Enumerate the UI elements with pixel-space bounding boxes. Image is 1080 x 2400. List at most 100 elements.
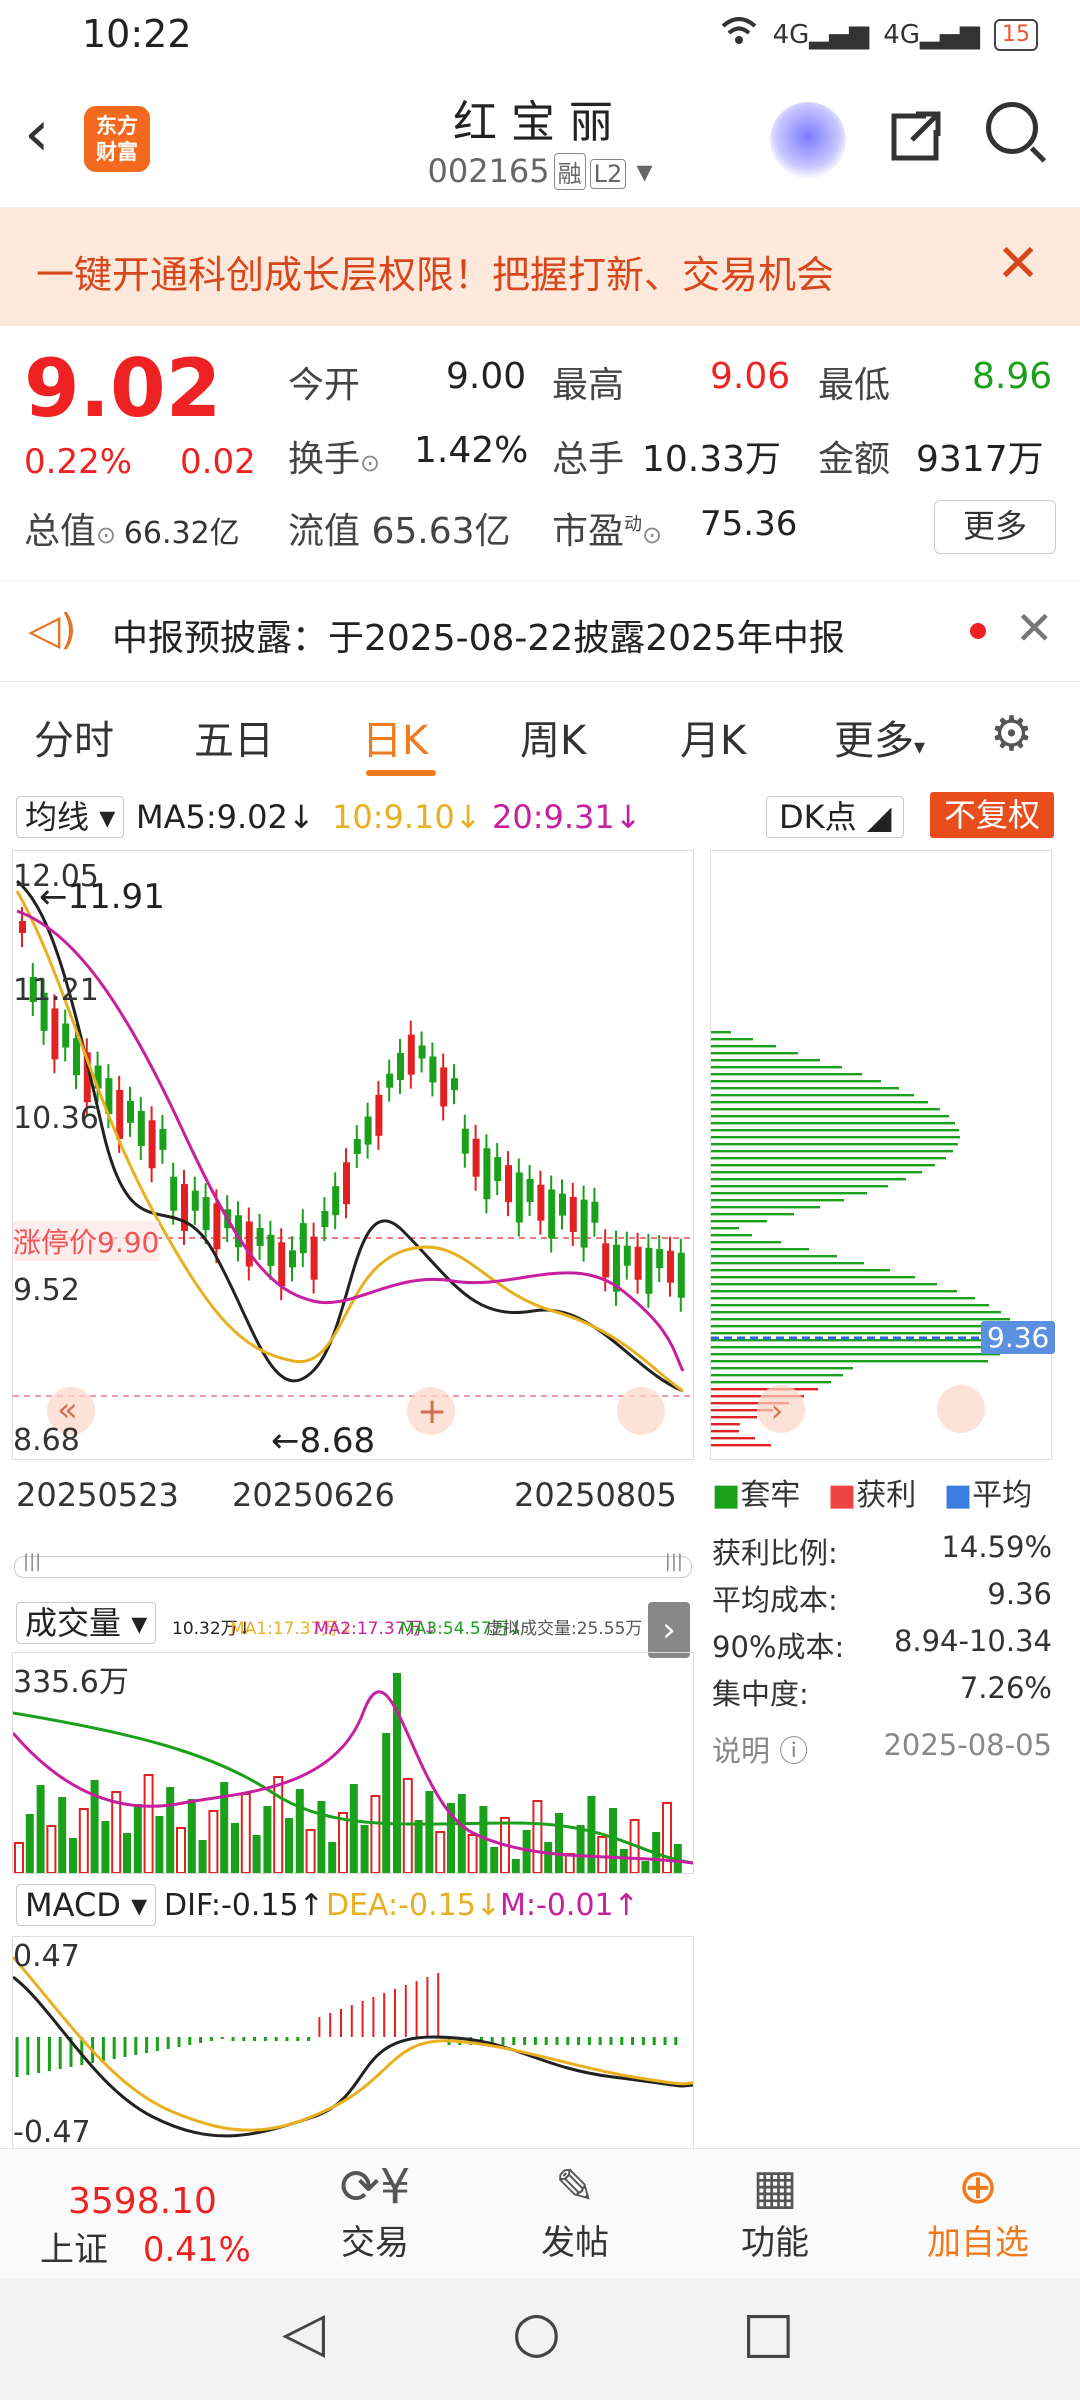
quote-panel: 9.02 0.22% 0.02 今开 9.00 最高 9.06 最低 8.96 …: [0, 330, 1080, 570]
tab-intraday[interactable]: 分时: [34, 708, 114, 766]
volume-bar: [285, 1818, 293, 1873]
candle: [397, 1052, 404, 1080]
chip-bar: [711, 1304, 989, 1307]
candle: [202, 1197, 210, 1231]
ma-select[interactable]: 均线 ▾: [16, 796, 125, 838]
volume-bar: [69, 1838, 77, 1873]
macd-indicator-row: MACD ▾ DIF:-0.15↑ DEA:-0.15↓ M:-0.01↑: [0, 1880, 700, 1930]
y-label-3: 10.36: [13, 1101, 99, 1136]
candle: [73, 1038, 80, 1076]
chip-bar: [711, 1444, 771, 1447]
candle: [537, 1184, 545, 1221]
nav-back-icon[interactable]: ◁: [282, 2300, 325, 2365]
last-price: 9.02: [24, 342, 222, 435]
tab-monthly-k[interactable]: 月K: [680, 708, 746, 766]
expand-arrow-icon[interactable]: ›: [648, 1602, 690, 1658]
trade-button[interactable]: ⟳¥ 交易: [330, 2159, 420, 2264]
candle: [602, 1243, 610, 1278]
kline-chart[interactable]: « + 12.05 11.21 10.36 9.52 8.68 ←11.91 ←…: [12, 850, 694, 1461]
candle: [634, 1246, 642, 1280]
avg-cost-row: 平均成本: 9.36: [712, 1577, 1052, 1617]
chip-bar: [711, 1129, 959, 1132]
candle: [645, 1247, 653, 1294]
function-button[interactable]: ▦ 功能: [730, 2159, 820, 2264]
y-label-4: 9.52: [13, 1273, 80, 1308]
turnover-label: 换手⊙: [288, 439, 381, 480]
volume-bar: [555, 1813, 563, 1873]
scroll-handle-left[interactable]: |||: [23, 1551, 41, 1572]
macd-select[interactable]: MACD ▾: [16, 1884, 157, 1926]
volume-bar: [370, 1795, 381, 1874]
candle: [440, 1067, 448, 1107]
chart-scrollbar[interactable]: ||| |||: [14, 1551, 692, 1578]
svg-text:+: +: [417, 1391, 447, 1432]
nav-home-icon[interactable]: ○: [512, 2300, 561, 2365]
candle: [278, 1242, 286, 1287]
more-button[interactable]: 更多: [934, 500, 1056, 554]
candle: [137, 1110, 145, 1146]
dk-point-select[interactable]: DK点 ◢: [766, 796, 905, 838]
volume-bar: [587, 1796, 596, 1873]
candle: [591, 1201, 599, 1223]
gear-icon[interactable]: ⚙: [990, 706, 1033, 762]
trade-icon: ⟳¥: [339, 2159, 411, 2215]
low-marker: ←8.68: [271, 1421, 376, 1461]
volume-bar: [597, 1836, 608, 1874]
volume-bar: [101, 1821, 110, 1873]
search-icon[interactable]: [986, 102, 1038, 154]
ai-assistant-icon[interactable]: [770, 102, 846, 178]
macd-chart[interactable]: 0.47 -0.47: [12, 1936, 694, 2150]
change-percent: 0.22%: [24, 442, 133, 482]
amount-label: 金额: [818, 439, 891, 480]
volume-select[interactable]: 成交量 ▾: [16, 1602, 157, 1644]
stock-header: ‹ 东方 财富 红宝丽 002165 融 L2 ▾: [0, 72, 1080, 208]
chip-bar: [711, 1150, 953, 1153]
chip-bar: [711, 1283, 937, 1286]
volume-bar: [187, 1799, 196, 1873]
float-mv: 流值 65.63亿: [288, 511, 511, 552]
candle: [418, 1045, 426, 1059]
volume-bar: [360, 1825, 369, 1873]
nav-recent-icon[interactable]: □: [742, 2300, 795, 2365]
notice-text[interactable]: 中报预披露：于2025-08-22披露2025年中报: [112, 609, 845, 661]
promo-banner[interactable]: 一键开通科创成长层权限！把握打新、交易机会 ✕: [0, 208, 1080, 326]
tab-weekly-k[interactable]: 周K: [520, 708, 586, 766]
volume-bar: [425, 1791, 434, 1873]
candle: [310, 1236, 318, 1280]
share-icon[interactable]: [886, 106, 946, 180]
tab-daily-k[interactable]: 日K: [362, 708, 428, 766]
volume-bar: [382, 1733, 391, 1873]
add-watchlist-button[interactable]: ⊕ 加自选: [918, 2159, 1038, 2264]
candle: [116, 1089, 124, 1139]
chip-bar: [711, 1227, 739, 1230]
chevron-down-icon: ▾: [626, 152, 653, 190]
tab-five-day[interactable]: 五日: [194, 708, 274, 766]
candle: [19, 921, 26, 933]
tab-more[interactable]: 更多▾: [834, 708, 925, 766]
candle: [321, 1211, 329, 1228]
candle: [267, 1234, 275, 1266]
macd-dea: DEA:-0.15↓: [326, 1888, 501, 1923]
level2-tag: L2: [589, 159, 627, 189]
index-quote[interactable]: 3598.10 上证 0.41%: [40, 2181, 251, 2271]
chip-distribution-chart[interactable]: › 9.36: [710, 850, 1056, 1460]
close-icon[interactable]: ✕: [996, 234, 1040, 294]
chip-bar: [711, 1052, 798, 1055]
volume-chart[interactable]: 335.6万: [11, 1652, 694, 1874]
notice-bar[interactable]: ◁) 中报预披露：于2025-08-22披露2025年中报 ✕: [0, 580, 1080, 682]
post-button[interactable]: ✎ 发帖: [530, 2159, 620, 2264]
volume-bar: [402, 1778, 413, 1874]
chip-bar: [711, 1115, 949, 1118]
banner-text[interactable]: 一键开通科创成长层权限！把握打新、交易机会: [36, 244, 834, 299]
scroll-handle-right[interactable]: |||: [665, 1551, 683, 1572]
close-icon[interactable]: ✕: [1015, 601, 1054, 655]
volume-bar: [349, 1784, 358, 1873]
macd-dif: DIF:-0.15↑: [164, 1888, 324, 1923]
kline-svg: « +: [13, 879, 693, 1435]
volume-indicator-row: 成交量 ▾ 10.32万↓ MA1:17.37万↓ MA2:17.37万↓ MA…: [0, 1598, 700, 1658]
volume-bar: [58, 1797, 67, 1873]
macd-y-max: 0.47: [13, 1939, 80, 1974]
note-row[interactable]: 说明 ⓘ 2025-08-05: [712, 1728, 1052, 1775]
adjust-button[interactable]: 不复权: [930, 792, 1055, 838]
volume-bar: [457, 1794, 466, 1873]
